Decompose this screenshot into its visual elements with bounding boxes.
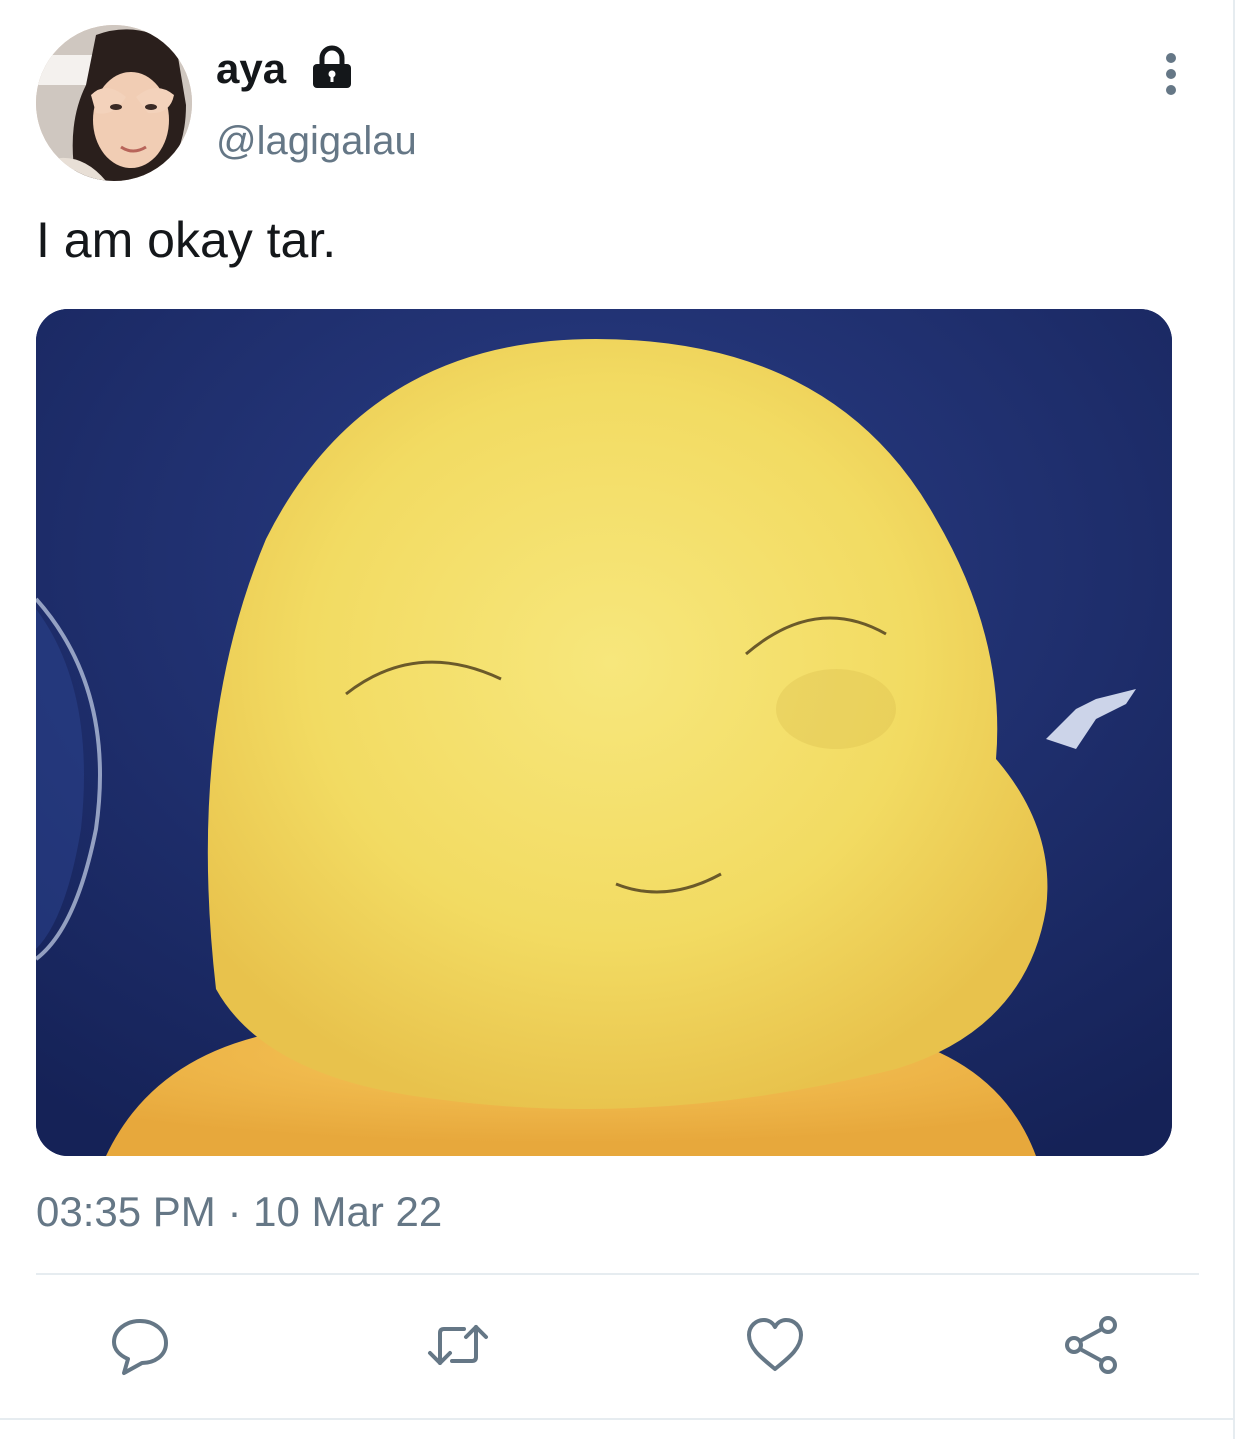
retweet-arrows-icon [428, 1325, 488, 1365]
speech-bubble-icon [112, 1319, 168, 1375]
retweet-button[interactable] [418, 1310, 498, 1380]
more-options-icon[interactable] [1152, 50, 1190, 102]
tweet-text: I am okay tar. [36, 212, 337, 268]
tweet-media[interactable] [36, 309, 1172, 1156]
share-button[interactable] [1052, 1310, 1132, 1380]
avatar[interactable] [36, 25, 192, 181]
media-photo [36, 309, 1172, 1156]
bottom-border [0, 1418, 1235, 1420]
heart-icon [747, 1318, 803, 1371]
timestamp[interactable]: 03:35 PM · 10 Mar 22 [36, 1186, 442, 1238]
author-name[interactable]: aya [216, 44, 286, 94]
like-button[interactable] [735, 1310, 815, 1380]
author-handle[interactable]: @lagigalau [216, 116, 417, 166]
divider [36, 1273, 1199, 1275]
share-icon [1065, 1316, 1117, 1374]
reply-button[interactable] [100, 1310, 180, 1380]
lock-icon [313, 45, 351, 88]
profile-photo [36, 25, 192, 181]
